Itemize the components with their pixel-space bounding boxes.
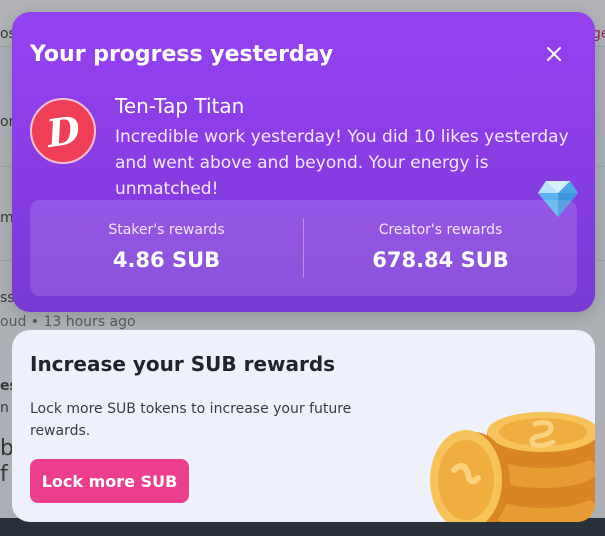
- stakers-rewards-value: 4.86 SUB: [112, 248, 221, 272]
- progress-card: Your progress yesterday D Ten-Tap Titan …: [12, 12, 595, 312]
- coin-stack-icon: [430, 412, 595, 522]
- close-icon: [547, 47, 561, 61]
- creators-rewards-label: Creator's rewards: [378, 222, 503, 238]
- rewards-panel: Staker's rewards 4.86 SUB Creator's rewa…: [30, 200, 577, 296]
- stakers-rewards-label: Staker's rewards: [108, 222, 225, 238]
- d-logo-icon: D: [43, 106, 83, 156]
- increase-rewards-title: Increase your SUB rewards: [30, 352, 336, 376]
- increase-rewards-description: Lock more SUB tokens to increase your fu…: [30, 401, 352, 439]
- close-button[interactable]: [540, 40, 568, 68]
- stakers-rewards: Staker's rewards 4.86 SUB: [30, 200, 303, 296]
- badge-name: Ten-Tap Titan: [115, 94, 245, 118]
- creators-rewards-value: 678.84 SUB: [372, 248, 509, 272]
- badge-description: Incredible work yesterday! You did 10 li…: [115, 127, 569, 199]
- badge-avatar: D: [30, 98, 96, 164]
- creators-rewards: Creator's rewards 678.84 SUB: [304, 200, 577, 296]
- lock-more-sub-button[interactable]: Lock more SUB: [30, 459, 189, 503]
- increase-rewards-card: Increase your SUB rewards Lock more SUB …: [12, 330, 595, 522]
- progress-title: Your progress yesterday: [30, 42, 334, 67]
